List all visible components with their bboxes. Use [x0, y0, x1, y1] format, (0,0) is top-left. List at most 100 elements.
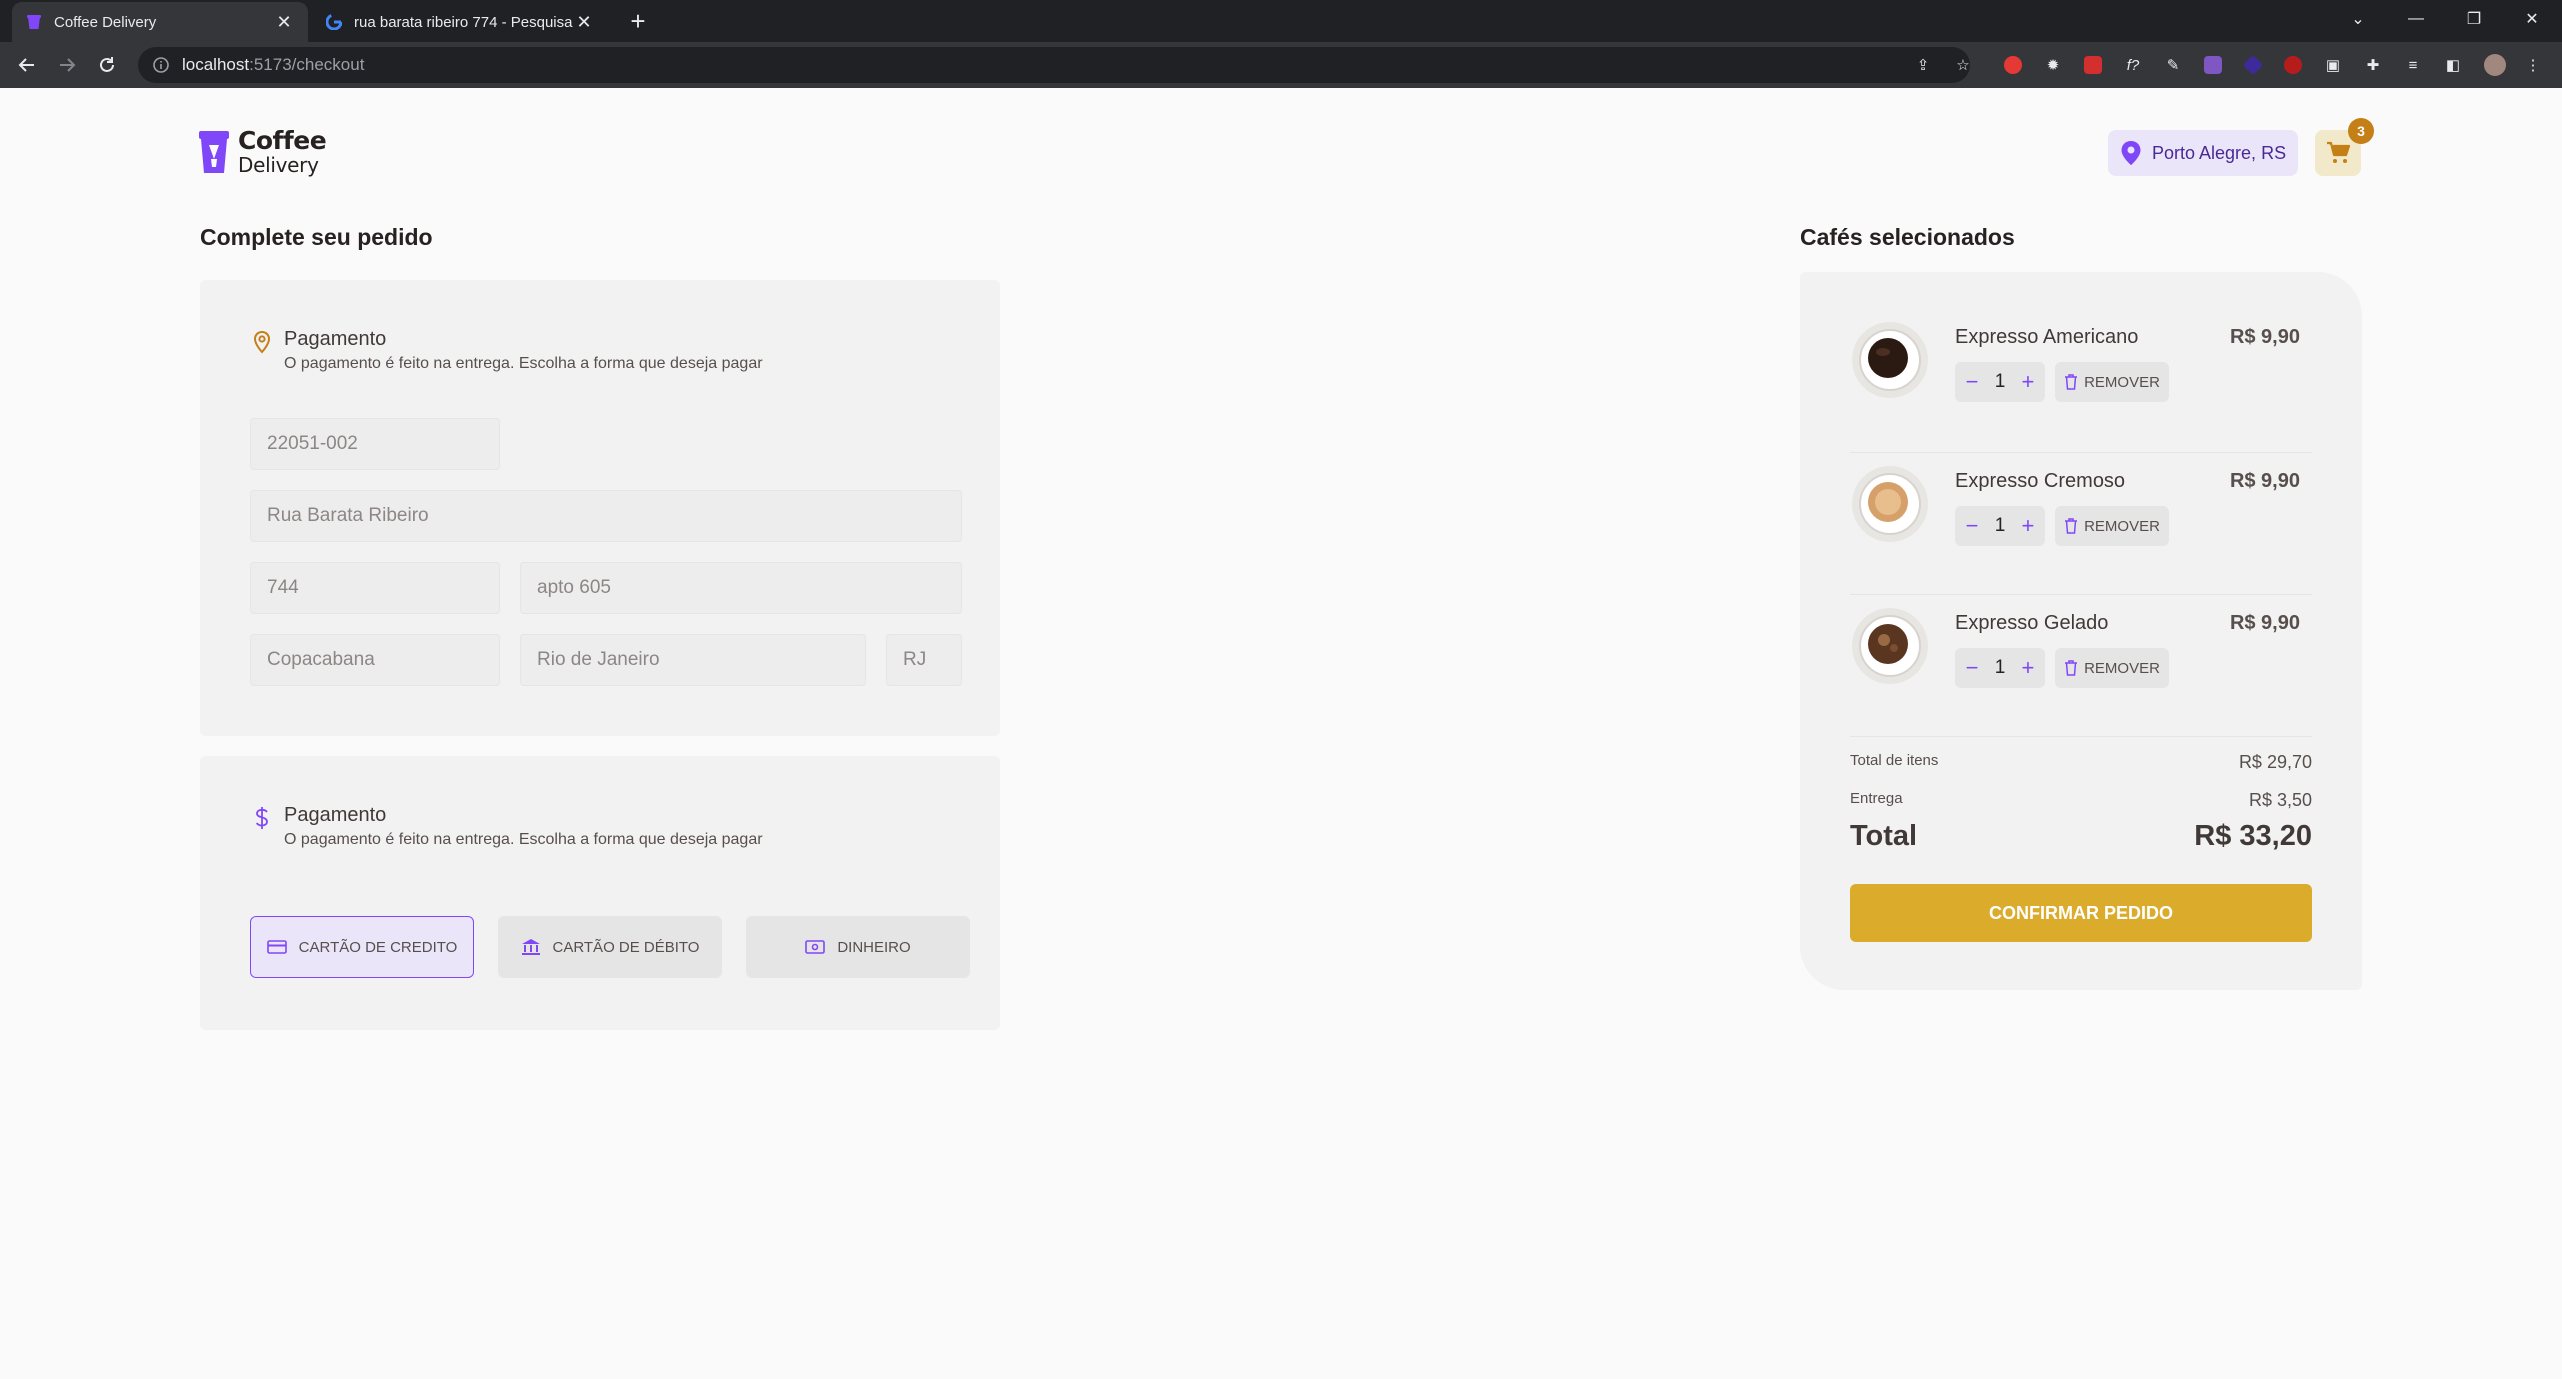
extensions-puzzle-icon[interactable]: ✚ [2362, 54, 2384, 76]
state-input[interactable]: RJ [886, 634, 962, 686]
address-panel-title: Pagamento [284, 328, 387, 350]
back-arrow-icon[interactable] [12, 50, 42, 80]
total-label: Total [1850, 820, 1918, 852]
items-total-value: R$ 29,70 [2238, 752, 2312, 772]
remove-item-button[interactable]: REMOVER [2055, 362, 2169, 402]
remove-item-button[interactable]: REMOVER [2055, 648, 2169, 688]
payment-debit-card-button[interactable]: CARTÃO DE DÉBITO [498, 916, 722, 978]
remove-item-button[interactable]: REMOVER [2055, 506, 2169, 546]
site-info-icon[interactable] [152, 56, 170, 74]
extension-font-icon[interactable]: f? [2122, 54, 2144, 76]
map-pin-icon [2121, 141, 2141, 165]
payment-cash-label: DINHEIRO [837, 938, 911, 956]
url-text: localhost:5173/checkout [182, 55, 364, 75]
items-total-row: Total de itens R$ 29,70 [1850, 752, 2312, 773]
remove-label: REMOVER [2084, 517, 2160, 535]
extension-red-icon[interactable] [2002, 54, 2024, 76]
tab-coffee-delivery[interactable]: Coffee Delivery ✕ [12, 2, 308, 42]
extension-pen-icon[interactable]: ✎ [2162, 54, 2184, 76]
reading-list-icon[interactable]: ≡ [2402, 54, 2424, 76]
extension-cat-icon[interactable]: ▣ [2322, 54, 2344, 76]
payment-debit-card-label: CARTÃO DE DÉBITO [552, 938, 700, 956]
payment-panel-subtitle: O pagamento é feito na entrega. Escolha … [284, 831, 763, 848]
item-divider [1850, 736, 2312, 737]
increase-quantity-button[interactable]: + [2019, 513, 2037, 539]
browser-tab-strip: Coffee Delivery ✕ rua barata ribeiro 774… [0, 0, 2562, 42]
browser-toolbar: localhost:5173/checkout ⇪ ☆ ✹ f? ✎ ▣ ✚ ≡… [0, 42, 2562, 88]
payment-cash-button[interactable]: DINHEIRO [746, 916, 970, 978]
bookmark-star-icon[interactable]: ☆ [1952, 54, 1974, 76]
trash-icon [2065, 374, 2078, 390]
delivery-row: Entrega R$ 3,50 [1850, 790, 2312, 811]
quantity-value: 1 [1994, 371, 2006, 392]
checkout-page: Coffee Delivery Porto Alegre, RS 3 Compl… [0, 88, 2562, 1379]
extension-calendar-icon[interactable] [2082, 54, 2104, 76]
google-icon [326, 14, 342, 30]
decrease-quantity-button[interactable]: − [1963, 369, 1981, 395]
street-input[interactable]: Rua Barata Ribeiro [250, 490, 962, 542]
city-input[interactable]: Rio de Janeiro [520, 634, 866, 686]
confirm-order-button[interactable]: CONFIRMAR PEDIDO [1850, 884, 2312, 942]
delivery-value: R$ 3,50 [2248, 790, 2312, 810]
coffee-delivery-logo[interactable]: Coffee Delivery [198, 128, 327, 177]
item-divider [1850, 594, 2312, 595]
number-input[interactable]: 744 [250, 562, 500, 614]
items-total-label: Total de itens [1850, 752, 1939, 769]
payment-panel: Pagamento O pagamento é feito na entrega… [200, 756, 1000, 1030]
neighborhood-input[interactable]: Copacabana [250, 634, 500, 686]
tab-title: Coffee Delivery [54, 13, 157, 31]
coffee-cremoso-image [1852, 466, 1928, 542]
forward-arrow-icon[interactable] [52, 50, 82, 80]
trash-icon [2065, 518, 2078, 534]
cart-item: Expresso Americano R$ 9,90 − 1 + REMOVER [1850, 320, 2312, 460]
address-panel-header: Pagamento O pagamento é feito na entrega… [250, 328, 763, 373]
item-name: Expresso Cremoso [1955, 470, 2126, 492]
share-icon[interactable]: ⇪ [1912, 54, 1934, 76]
total-row: Total R$ 33,20 [1850, 820, 2312, 853]
cart-count-badge: 3 [2348, 118, 2374, 144]
close-tab-icon[interactable]: ✕ [274, 12, 294, 32]
cep-input[interactable]: 22051-002 [250, 418, 500, 470]
decrease-quantity-button[interactable]: − [1963, 513, 1981, 539]
extension-gear-icon[interactable]: ✹ [2042, 54, 2064, 76]
complement-input[interactable]: apto 605 [520, 562, 962, 614]
quantity-stepper: − 1 + [1955, 506, 2045, 546]
payment-credit-card-label: CARTÃO DE CREDITO [298, 938, 458, 956]
item-price: R$ 9,90 [2229, 612, 2300, 634]
restore-icon[interactable]: ❐ [2446, 0, 2502, 38]
coffee-americano-image [1852, 322, 1928, 398]
tab-search-icon[interactable]: ⌄ [2330, 0, 2386, 38]
increase-quantity-button[interactable]: + [2019, 369, 2037, 395]
decrease-quantity-button[interactable]: − [1963, 655, 1981, 681]
checkout-title: Complete seu pedido [200, 224, 433, 250]
dollar-sign-icon [255, 807, 268, 829]
tab-google-search[interactable]: rua barata ribeiro 774 - Pesquisa ✕ [312, 2, 608, 42]
browser-menu-icon[interactable]: ⋮ [2522, 54, 2544, 76]
address-bar[interactable]: localhost:5173/checkout [138, 47, 1970, 83]
location-badge[interactable]: Porto Alegre, RS [2108, 130, 2299, 176]
increase-quantity-button[interactable]: + [2019, 655, 2037, 681]
quantity-stepper: − 1 + [1955, 362, 2045, 402]
extension-angular-icon[interactable] [2282, 54, 2304, 76]
payment-credit-card-button[interactable]: CARTÃO DE CREDITO [250, 916, 474, 978]
remove-label: REMOVER [2084, 659, 2160, 677]
shopping-cart-icon [2327, 141, 2350, 163]
close-window-icon[interactable]: ✕ [2504, 0, 2560, 38]
extension-diamond-icon[interactable] [2242, 54, 2264, 76]
minimize-icon[interactable]: — [2388, 0, 2444, 38]
extension-gradient-icon[interactable] [2202, 54, 2224, 76]
address-panel: Pagamento O pagamento é feito na entrega… [200, 280, 1000, 736]
location-text: Porto Alegre, RS [2152, 142, 2287, 163]
item-name: Expresso Gelado [1955, 612, 2109, 634]
close-tab-icon[interactable]: ✕ [574, 12, 594, 32]
new-tab-button[interactable]: + [624, 8, 652, 36]
logo-word-delivery: Delivery [238, 153, 319, 177]
tab-title: rua barata ribeiro 774 - Pesquisa [354, 13, 573, 31]
profile-avatar[interactable] [2484, 54, 2506, 76]
quantity-value: 1 [1994, 515, 2006, 536]
reload-icon[interactable] [92, 50, 122, 80]
payment-panel-title: Pagamento [284, 804, 387, 826]
total-value: R$ 33,20 [2194, 820, 2312, 852]
remove-label: REMOVER [2084, 373, 2160, 391]
side-panel-icon[interactable]: ◧ [2442, 54, 2464, 76]
